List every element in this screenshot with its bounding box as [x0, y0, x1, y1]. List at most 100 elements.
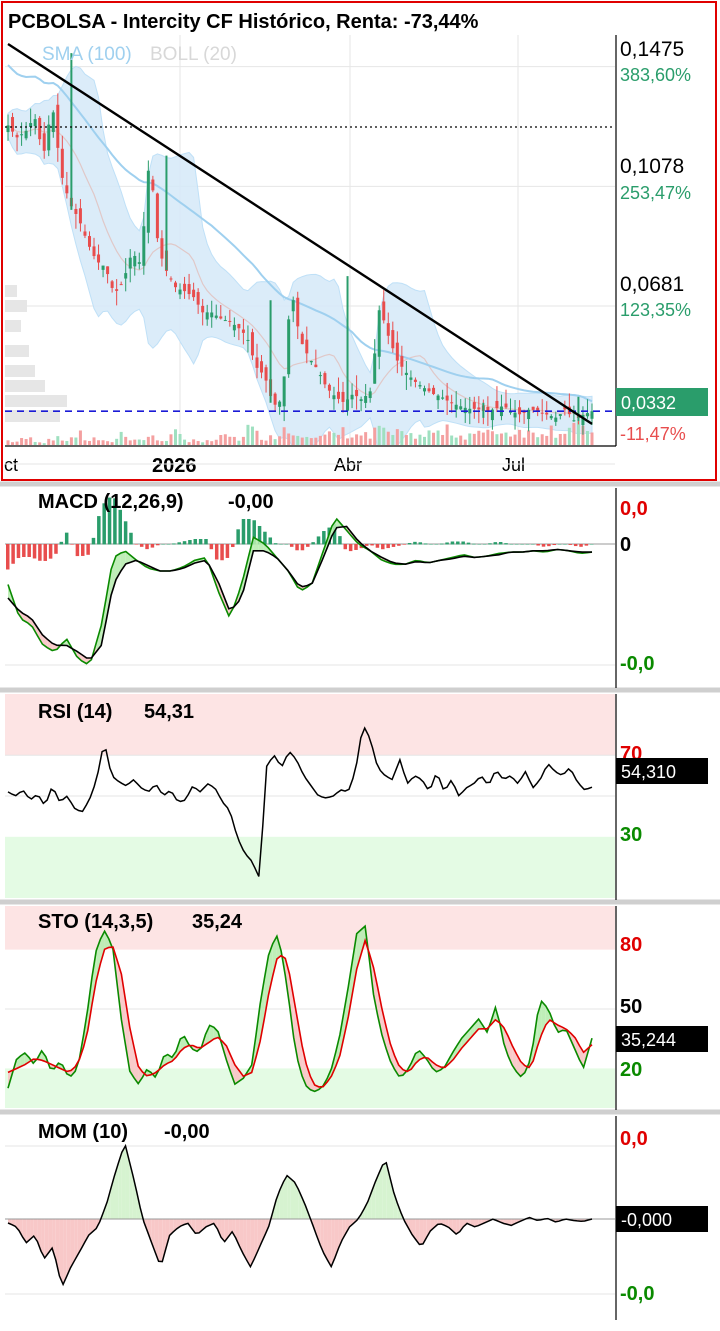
- mom-title: MOM (10): [38, 1121, 128, 1143]
- mom-axis-top: 0,0: [620, 1128, 648, 1150]
- volume-bar: [409, 433, 412, 445]
- candle-body: [151, 180, 154, 191]
- volume-bar: [16, 442, 19, 445]
- volume-bar: [563, 434, 566, 445]
- candle-body: [364, 396, 367, 403]
- macd-histogram-bar: [301, 544, 305, 550]
- mom-fill: [45, 1219, 49, 1258]
- sto-title: STO (14,3,5): [38, 911, 153, 933]
- volume-bar: [219, 435, 222, 445]
- volume-bar: [88, 441, 91, 445]
- volume-bar: [192, 439, 195, 445]
- macd-histogram-bar: [204, 539, 208, 545]
- volume-bar: [541, 434, 544, 445]
- candle-body: [305, 340, 308, 354]
- volume-bar: [518, 430, 521, 445]
- candle-body: [473, 402, 476, 409]
- macd-histogram-bar: [451, 542, 455, 545]
- macd-histogram-bar: [419, 542, 423, 544]
- volume-bar: [43, 443, 46, 445]
- volume-bar: [169, 434, 172, 445]
- candle-body: [206, 312, 209, 319]
- macd-histogram-bar: [397, 544, 401, 546]
- volume-profile-bar: [5, 395, 67, 407]
- candle-body: [287, 319, 290, 374]
- macd-histogram-bar: [381, 544, 385, 549]
- volume-bar: [179, 434, 182, 445]
- candle-body: [147, 171, 150, 233]
- volume-bar: [441, 435, 444, 445]
- candle-body: [437, 396, 440, 401]
- macd-histogram-bar: [569, 544, 573, 545]
- volume-bar: [305, 437, 308, 445]
- candle-body: [274, 394, 277, 405]
- macd-histogram-bar: [188, 540, 192, 544]
- volume-bar: [210, 441, 213, 445]
- macd-histogram-bar: [81, 544, 85, 556]
- macd-histogram-bar: [402, 544, 406, 545]
- volume-bar: [514, 435, 517, 445]
- volume-bar: [459, 436, 462, 445]
- volume-bar: [360, 436, 363, 445]
- volume-bar: [450, 436, 453, 445]
- volume-bar: [102, 440, 105, 445]
- rsi-title: RSI (14): [38, 701, 112, 723]
- sto-level-mid: 50: [620, 996, 642, 1018]
- volume-bar: [206, 440, 209, 445]
- macd-histogram-bar: [574, 544, 578, 546]
- volume-bar: [269, 435, 272, 445]
- macd-histogram-bar: [520, 544, 524, 545]
- candle-body: [106, 266, 109, 274]
- candle-body: [38, 118, 41, 139]
- volume-bar: [242, 437, 245, 445]
- volume-bar: [482, 433, 485, 445]
- macd-histogram-bar: [408, 543, 412, 545]
- volume-bar: [292, 435, 295, 445]
- macd-histogram-bar: [156, 544, 160, 545]
- candle-body: [468, 409, 471, 414]
- mom-fill: [247, 1219, 251, 1267]
- macd-histogram-bar: [65, 533, 69, 545]
- volume-bar: [283, 427, 286, 445]
- macd-histogram-bar: [279, 544, 283, 545]
- candle-body: [459, 406, 462, 409]
- macd-histogram-bar: [119, 510, 123, 545]
- candle-body: [88, 236, 91, 247]
- macd-histogram-bar: [590, 544, 594, 545]
- macd-histogram-bar: [306, 544, 310, 547]
- volume-bar: [428, 430, 431, 445]
- candle-body: [360, 399, 363, 401]
- volume-bar: [495, 434, 498, 445]
- macd-histogram-bar: [311, 542, 315, 544]
- macd-histogram-bar: [483, 544, 487, 545]
- volume-bar: [314, 438, 317, 445]
- date-label: Jul: [502, 455, 525, 475]
- volume-bar: [500, 434, 503, 445]
- candle-body: [138, 262, 141, 264]
- macd-histogram-bar: [33, 544, 37, 558]
- candle-body: [428, 388, 431, 391]
- volume-profile-bar: [5, 320, 21, 332]
- volume-profile-bar: [5, 380, 45, 392]
- candle-body: [310, 361, 313, 362]
- volume-bar: [378, 426, 381, 445]
- rsi-value: 54,31: [144, 701, 194, 723]
- volume-bar: [568, 428, 571, 445]
- macd-histogram-bar: [172, 543, 176, 544]
- candle-body: [545, 413, 548, 415]
- volume-bar: [545, 436, 548, 445]
- candle-body: [518, 407, 521, 414]
- candle-body: [396, 343, 399, 361]
- volume-bar: [577, 421, 580, 445]
- price-tick-label: 0,1475: [620, 38, 684, 61]
- volume-bar: [224, 434, 227, 445]
- volume-bar: [274, 439, 277, 445]
- mom-fill: [195, 1219, 199, 1233]
- macd-histogram-bar: [477, 544, 481, 545]
- candle-body: [160, 238, 163, 258]
- volume-bar: [156, 440, 159, 445]
- candle-body: [215, 316, 218, 318]
- macd-histogram-bar: [461, 542, 465, 545]
- macd-histogram-bar: [54, 544, 58, 554]
- candle-body: [550, 416, 553, 418]
